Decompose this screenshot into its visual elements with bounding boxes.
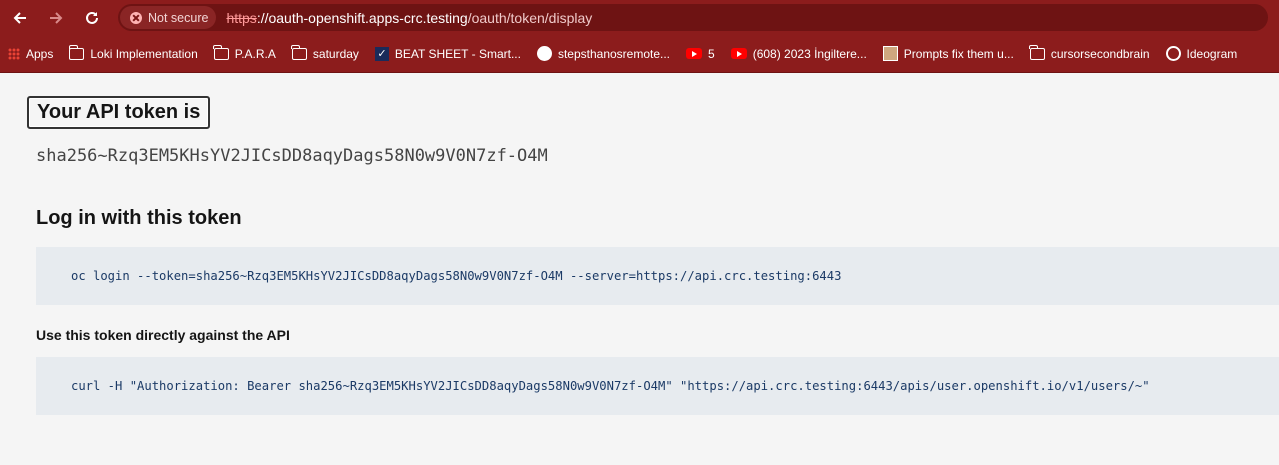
folder-icon xyxy=(291,44,307,60)
login-command: oc login --token=sha256~Rzq3EM5KHsYV2JIC… xyxy=(71,269,842,283)
page-content: Your API token is sha256~Rzq3EM5KHsYV2JI… xyxy=(0,73,1279,465)
security-label: Not secure xyxy=(148,10,209,25)
bookmark-saturday[interactable]: saturday xyxy=(291,44,359,61)
url-scheme: https xyxy=(226,9,257,26)
bookmark-para[interactable]: P.A.R.A xyxy=(213,44,276,61)
bookmark-prompts[interactable]: Prompts fix them u... xyxy=(882,46,1014,61)
back-button[interactable] xyxy=(2,0,38,35)
login-command-block: oc login --token=sha256~Rzq3EM5KHsYV2JIC… xyxy=(36,247,1279,305)
bookmark-label: Ideogram xyxy=(1186,46,1238,61)
url-host: ://oauth-openshift.apps-crc.testing xyxy=(256,9,468,26)
reload-icon xyxy=(86,11,98,24)
page-title: Your API token is xyxy=(27,96,211,129)
ideogram-icon xyxy=(1165,46,1181,61)
bookmark-cursorsecondbrain[interactable]: cursorsecondbrain xyxy=(1029,44,1150,61)
bookmark-label: (608) 2023 İngiltere... xyxy=(752,46,867,61)
bookmark-apps[interactable]: Apps xyxy=(8,47,53,61)
bookmark-label: BEAT SHEET - Smart... xyxy=(394,46,521,61)
address-bar[interactable]: Not secure https://oauth-openshift.apps-… xyxy=(118,4,1268,31)
bookmark-label: Prompts fix them u... xyxy=(903,46,1014,61)
site-info-chip[interactable]: Not secure xyxy=(120,6,217,29)
bookmark-label: 5 xyxy=(708,46,715,61)
bookmark-youtube-608[interactable]: (608) 2023 İngiltere... xyxy=(730,46,867,61)
apps-grid-icon xyxy=(8,47,20,60)
forward-arrow-icon xyxy=(50,11,63,24)
folder-icon xyxy=(68,44,85,60)
bookmark-label: saturday xyxy=(312,46,359,61)
browser-toolbar: Not secure https://oauth-openshift.apps-… xyxy=(0,0,1279,35)
curl-command-block: curl -H "Authorization: Bearer sha256~Rz… xyxy=(36,357,1279,415)
reload-button[interactable] xyxy=(74,0,110,35)
back-arrow-icon xyxy=(13,11,26,24)
youtube-icon xyxy=(730,48,747,59)
beat-sheet-icon: ✓ xyxy=(374,46,389,61)
youtube-icon xyxy=(686,48,703,59)
bookmark-label: Loki Implementation xyxy=(90,46,198,61)
bookmark-label: Apps xyxy=(26,46,54,61)
api-heading: Use this token directly against the API xyxy=(36,327,290,343)
folder-icon xyxy=(1029,44,1045,60)
login-heading: Log in with this token xyxy=(36,207,242,229)
github-icon xyxy=(536,46,552,61)
bookmarks-bar: Apps Loki Implementation P.A.R.A saturda… xyxy=(0,35,1279,73)
bookmark-label: cursorsecondbrain xyxy=(1050,46,1150,61)
api-token: sha256~Rzq3EM5KHsYV2JICsDD8aqyDags58N0w9… xyxy=(36,146,548,166)
bookmark-loki[interactable]: Loki Implementation xyxy=(68,44,198,61)
bookmark-beat-sheet[interactable]: ✓ BEAT SHEET - Smart... xyxy=(374,46,521,61)
bookmark-github[interactable]: stepsthanosremote... xyxy=(536,46,671,61)
bookmark-youtube-5[interactable]: 5 xyxy=(686,47,715,61)
not-secure-icon xyxy=(130,11,142,24)
folder-icon xyxy=(213,44,229,60)
curl-command: curl -H "Authorization: Bearer sha256~Rz… xyxy=(71,379,1150,393)
avatar-icon xyxy=(882,46,898,61)
bookmark-ideogram[interactable]: Ideogram xyxy=(1165,46,1238,61)
bookmark-label: P.A.R.A xyxy=(234,46,276,61)
url-text[interactable]: https://oauth-openshift.apps-crc.testing… xyxy=(226,10,592,26)
bookmark-label: stepsthanosremote... xyxy=(557,46,671,61)
url-path: /oauth/token/display xyxy=(467,9,593,26)
forward-button[interactable] xyxy=(38,0,74,35)
